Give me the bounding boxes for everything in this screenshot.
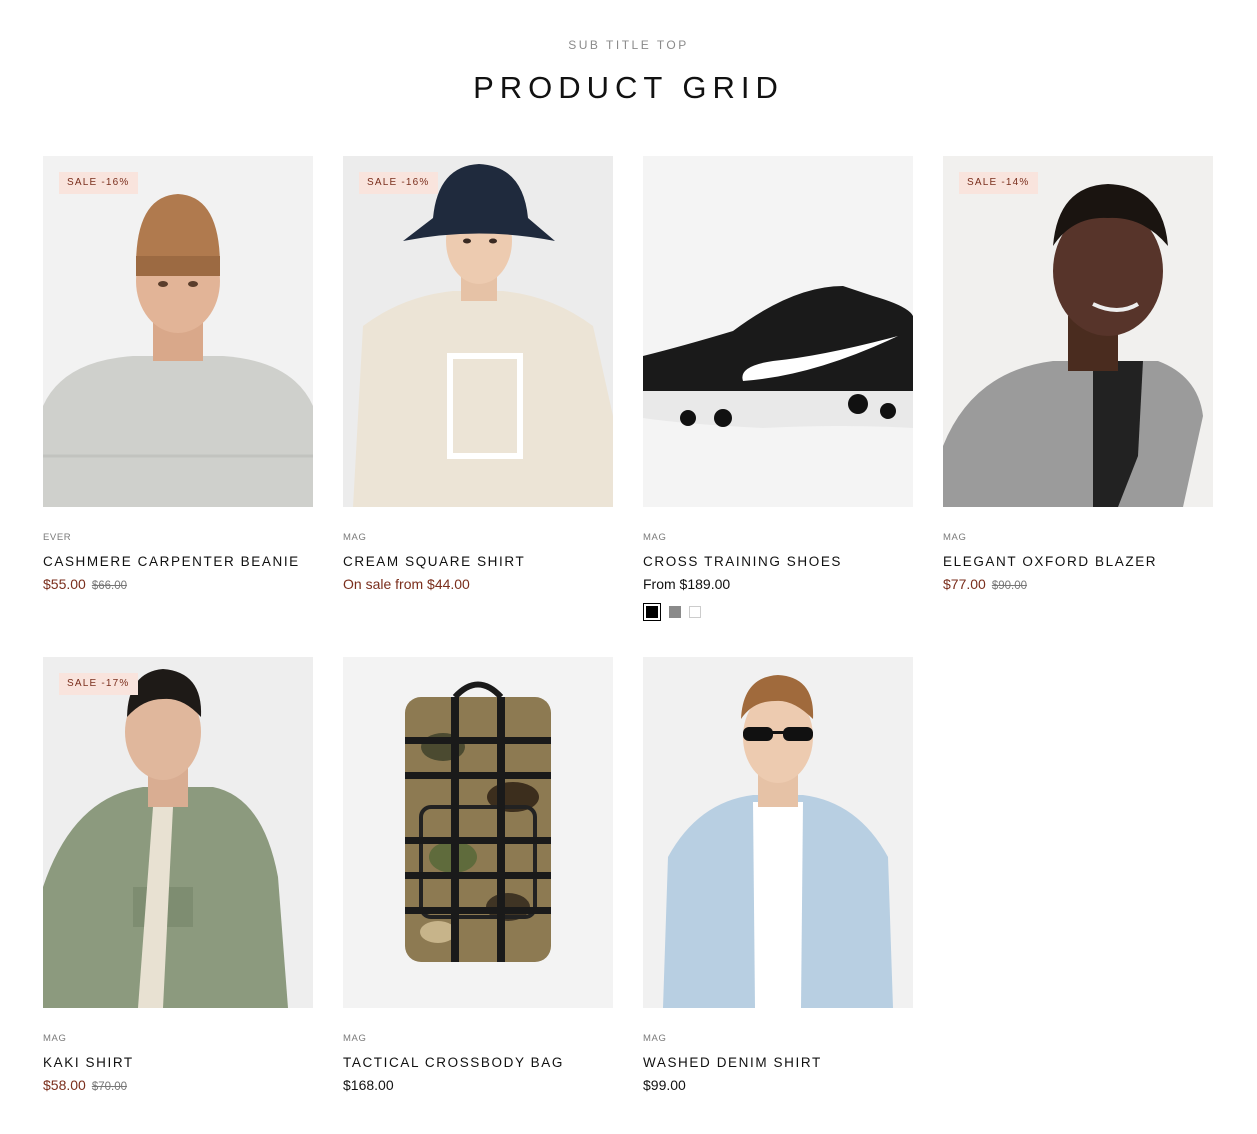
color-swatches (643, 603, 913, 621)
product-price: $77.00 (943, 576, 986, 592)
product-vendor: MAG (343, 1033, 367, 1044)
product-price: $168.00 (343, 1077, 394, 1093)
product-card[interactable]: SALE -16% MAG CREAM SQUARE SHIRT On sale… (343, 156, 613, 592)
swatch-grey[interactable] (669, 606, 681, 618)
compare-price: $90.00 (991, 580, 1028, 592)
product-title[interactable]: TACTICAL CROSSBODY BAG (343, 1055, 613, 1070)
product-price: $55.00 (43, 576, 86, 592)
product-vendor: MAG (343, 532, 367, 543)
sale-badge: SALE -16% (359, 172, 438, 194)
product-title[interactable]: ELEGANT OXFORD BLAZER (943, 554, 1213, 569)
man-in-khaki-shirt-photo (43, 657, 313, 1008)
section-subtitle: SUB TITLE TOP (568, 38, 689, 52)
product-image[interactable]: SALE -16% (43, 156, 313, 507)
swatch-white[interactable] (689, 606, 701, 618)
product-image[interactable] (643, 156, 913, 507)
camo-backpack-photo (343, 657, 613, 1008)
product-title[interactable]: KAKI SHIRT (43, 1055, 313, 1070)
product-image[interactable] (643, 657, 913, 1008)
product-price-row: From $189.00 (643, 576, 913, 592)
product-price-row: $99.00 (643, 1077, 913, 1093)
product-price: $99.00 (643, 1077, 686, 1093)
product-price-row: $168.00 (343, 1077, 613, 1093)
product-price: From $189.00 (643, 576, 731, 592)
product-vendor: MAG (43, 1033, 67, 1044)
man-in-blazer-photo (943, 156, 1213, 507)
product-card[interactable]: SALE -17% MAG KAKI SHIRT $58.00 $70.00 (43, 657, 313, 1093)
compare-price: $66.00 (91, 580, 128, 592)
product-price-row: $55.00 $66.00 (43, 576, 313, 592)
product-vendor: MAG (643, 532, 667, 543)
product-title[interactable]: CREAM SQUARE SHIRT (343, 554, 613, 569)
product-price: $58.00 (43, 1077, 86, 1093)
product-image[interactable]: SALE -17% (43, 657, 313, 1008)
section-title: PRODUCT GRID (473, 70, 784, 105)
product-card[interactable]: SALE -16% EVER CASHMERE CARPENTER BEANIE… (43, 156, 313, 592)
product-vendor: MAG (643, 1033, 667, 1044)
man-in-bucket-hat-photo (343, 156, 613, 507)
sneaker-photo (643, 156, 913, 507)
product-image[interactable]: SALE -16% (343, 156, 613, 507)
product-vendor: EVER (43, 532, 72, 543)
product-image[interactable]: SALE -14% (943, 156, 1213, 507)
sale-badge: SALE -17% (59, 673, 138, 695)
product-price-row: $58.00 $70.00 (43, 1077, 313, 1093)
product-vendor: MAG (943, 532, 967, 543)
product-price-row: $77.00 $90.00 (943, 576, 1213, 592)
product-title[interactable]: WASHED DENIM SHIRT (643, 1055, 913, 1070)
sale-badge: SALE -16% (59, 172, 138, 194)
product-price-row: On sale from $44.00 (343, 576, 613, 592)
product-image[interactable] (343, 657, 613, 1008)
compare-price: $70.00 (91, 1081, 128, 1093)
product-card[interactable]: MAG CROSS TRAINING SHOES From $189.00 (643, 156, 913, 621)
product-price: On sale from $44.00 (343, 576, 470, 592)
product-title[interactable]: CROSS TRAINING SHOES (643, 554, 913, 569)
sale-badge: SALE -14% (959, 172, 1038, 194)
product-card[interactable]: SALE -14% MAG ELEGANT OXFORD BLAZER $77.… (943, 156, 1213, 592)
product-card[interactable]: MAG WASHED DENIM SHIRT $99.00 (643, 657, 913, 1093)
product-title[interactable]: CASHMERE CARPENTER BEANIE (43, 554, 313, 569)
swatch-black[interactable] (643, 603, 661, 621)
man-in-denim-shirt-photo (643, 657, 913, 1008)
product-card[interactable]: MAG TACTICAL CROSSBODY BAG $168.00 (343, 657, 613, 1093)
man-in-beanie-photo (43, 156, 313, 507)
